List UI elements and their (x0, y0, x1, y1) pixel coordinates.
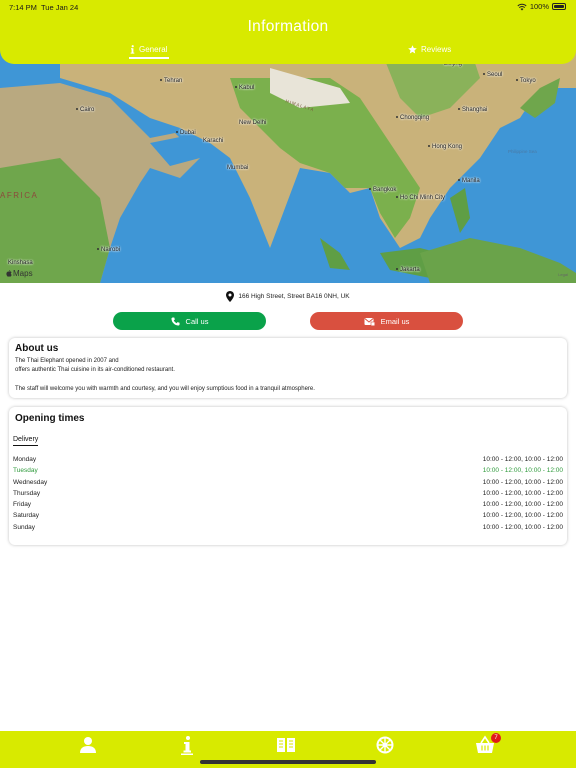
about-line: The Thai Elephant opened in 2007 and (15, 358, 119, 364)
day-label: Sunday (13, 523, 36, 531)
hours-value: 10:00 - 12:00, 10:00 - 12:00 (482, 523, 563, 531)
hours-value: 10:00 - 12:00, 10:00 - 12:00 (482, 489, 563, 497)
map-label: Kabul (235, 85, 254, 91)
opening-times-title: Opening times (15, 413, 85, 424)
hours-row-tuesday: Tuesday 10:00 - 12:00, 10:00 - 12:00 (13, 467, 563, 478)
info-icon (130, 45, 135, 54)
map-label: Tokyo (516, 78, 536, 84)
map-legal-link[interactable]: Legal (558, 272, 568, 277)
hours-value: 10:00 - 12:00, 10:00 - 12:00 (482, 501, 563, 509)
map-label: Tehran (160, 78, 182, 84)
map-label: Bangkok (369, 187, 396, 193)
about-title: About us (15, 343, 59, 354)
hours-row-saturday: Saturday 10:00 - 12:00, 10:00 - 12:00 (13, 512, 563, 523)
map-region-label: AFRICA (0, 191, 39, 200)
status-indicators: 100% (517, 2, 566, 11)
hours-value: 10:00 - 12:00, 10:00 - 12:00 (482, 478, 563, 486)
map-label: Chongqing (396, 115, 429, 121)
email-button-label: Email us (380, 316, 410, 326)
basket-count-badge: 7 (491, 733, 501, 743)
about-line: The staff will welcome you with warmth a… (15, 386, 315, 393)
tab-general[interactable]: General (130, 45, 167, 54)
map-label: Cairo (76, 107, 94, 113)
call-button-label: Call us (185, 316, 209, 326)
tab-reviews-label: Reviews (421, 45, 452, 54)
battery-percent: 100% (529, 2, 549, 11)
address-text: 166 High Street, Street BA16 0NH, UK (238, 293, 350, 300)
map-label: Karachi (203, 138, 224, 144)
map-label: Nairobi (97, 247, 120, 253)
battery-icon (552, 3, 566, 10)
status-time: 7:14 PM (9, 3, 37, 12)
map-label: Dubai (176, 130, 196, 136)
map-label: Mumbai (227, 165, 249, 171)
map-terrain (0, 48, 576, 283)
header-bar: 7:14 PM Tue Jan 24 100% Information Gene… (0, 0, 576, 64)
map-label: Jakarta (396, 267, 420, 273)
hours-value: 10:00 - 12:00, 10:00 - 12:00 (482, 456, 563, 463)
opening-times-card: Opening times Delivery Monday 10:00 - 12… (9, 407, 567, 545)
day-label: Monday (13, 456, 37, 463)
steering-wheel-icon[interactable] (375, 735, 395, 755)
wifi-icon (517, 3, 527, 10)
map-label: Manila (458, 178, 480, 184)
address-row: 166 High Street, Street BA16 0NH, UK (0, 291, 576, 302)
map-sea-label: Philippine Sea (508, 149, 537, 154)
about-card: About us The Thai Elephant opened in 200… (9, 338, 567, 398)
maps-logo-text: Maps (13, 269, 33, 278)
about-description: The Thai Elephant opened in 2007 and off… (15, 357, 555, 394)
map-view[interactable]: Beijing Seoul Tokyo Tehran Kabul Cairo S… (0, 48, 576, 283)
profile-icon[interactable] (78, 735, 98, 755)
hours-row-sunday: Sunday 10:00 - 12:00, 10:00 - 12:00 (13, 524, 563, 535)
map-label: Shanghai (458, 107, 487, 113)
home-indicator[interactable] (200, 760, 376, 764)
menu-book-icon[interactable] (276, 735, 296, 755)
location-pin-icon (226, 291, 235, 302)
day-label: Saturday (13, 512, 40, 520)
day-label: Wednesday (13, 478, 48, 486)
status-date: Tue Jan 24 (41, 3, 79, 12)
delivery-tab[interactable]: Delivery (13, 436, 39, 446)
info-icon[interactable] (177, 735, 197, 755)
star-icon (408, 45, 417, 54)
hours-row-monday: Monday 10:00 - 12:00, 10:00 - 12:00 (13, 456, 563, 467)
map-label: Kinshasa (8, 260, 33, 266)
apple-logo-icon (6, 270, 12, 277)
hours-row-wednesday: Wednesday 10:00 - 12:00, 10:00 - 12:00 (13, 479, 563, 490)
map-label: Hong Kong (428, 144, 462, 150)
status-bar: 7:14 PM Tue Jan 24 100% (0, 0, 576, 14)
phone-icon (170, 316, 180, 326)
page-title: Information (247, 18, 329, 35)
map-label: Ho Chi Minh City (396, 195, 445, 201)
about-line: offers authentic Thai cuisine in its air… (15, 367, 175, 374)
email-button[interactable]: Email us (310, 312, 463, 330)
tab-reviews[interactable]: Reviews (408, 45, 451, 54)
hours-row-friday: Friday 10:00 - 12:00, 10:00 - 12:00 (13, 501, 563, 512)
hours-value: 10:00 - 12:00, 10:00 - 12:00 (482, 512, 563, 520)
day-label: Thursday (13, 489, 41, 497)
map-label: Seoul (483, 72, 502, 78)
tab-general-label: General (139, 45, 168, 54)
day-label: Friday (13, 501, 32, 509)
map-label: New Delhi (239, 120, 267, 126)
hours-value: 10:00 - 12:00, 10:00 - 12:00 (482, 467, 563, 475)
email-icon (364, 317, 375, 326)
day-label: Tuesday (13, 467, 38, 475)
tab-selected-indicator (129, 57, 169, 59)
hours-row-thursday: Thursday 10:00 - 12:00, 10:00 - 12:00 (13, 490, 563, 501)
maps-logo: Maps (6, 269, 33, 278)
hours-list: Monday 10:00 - 12:00, 10:00 - 12:00 Tues… (13, 456, 563, 535)
call-button[interactable]: Call us (113, 312, 266, 330)
